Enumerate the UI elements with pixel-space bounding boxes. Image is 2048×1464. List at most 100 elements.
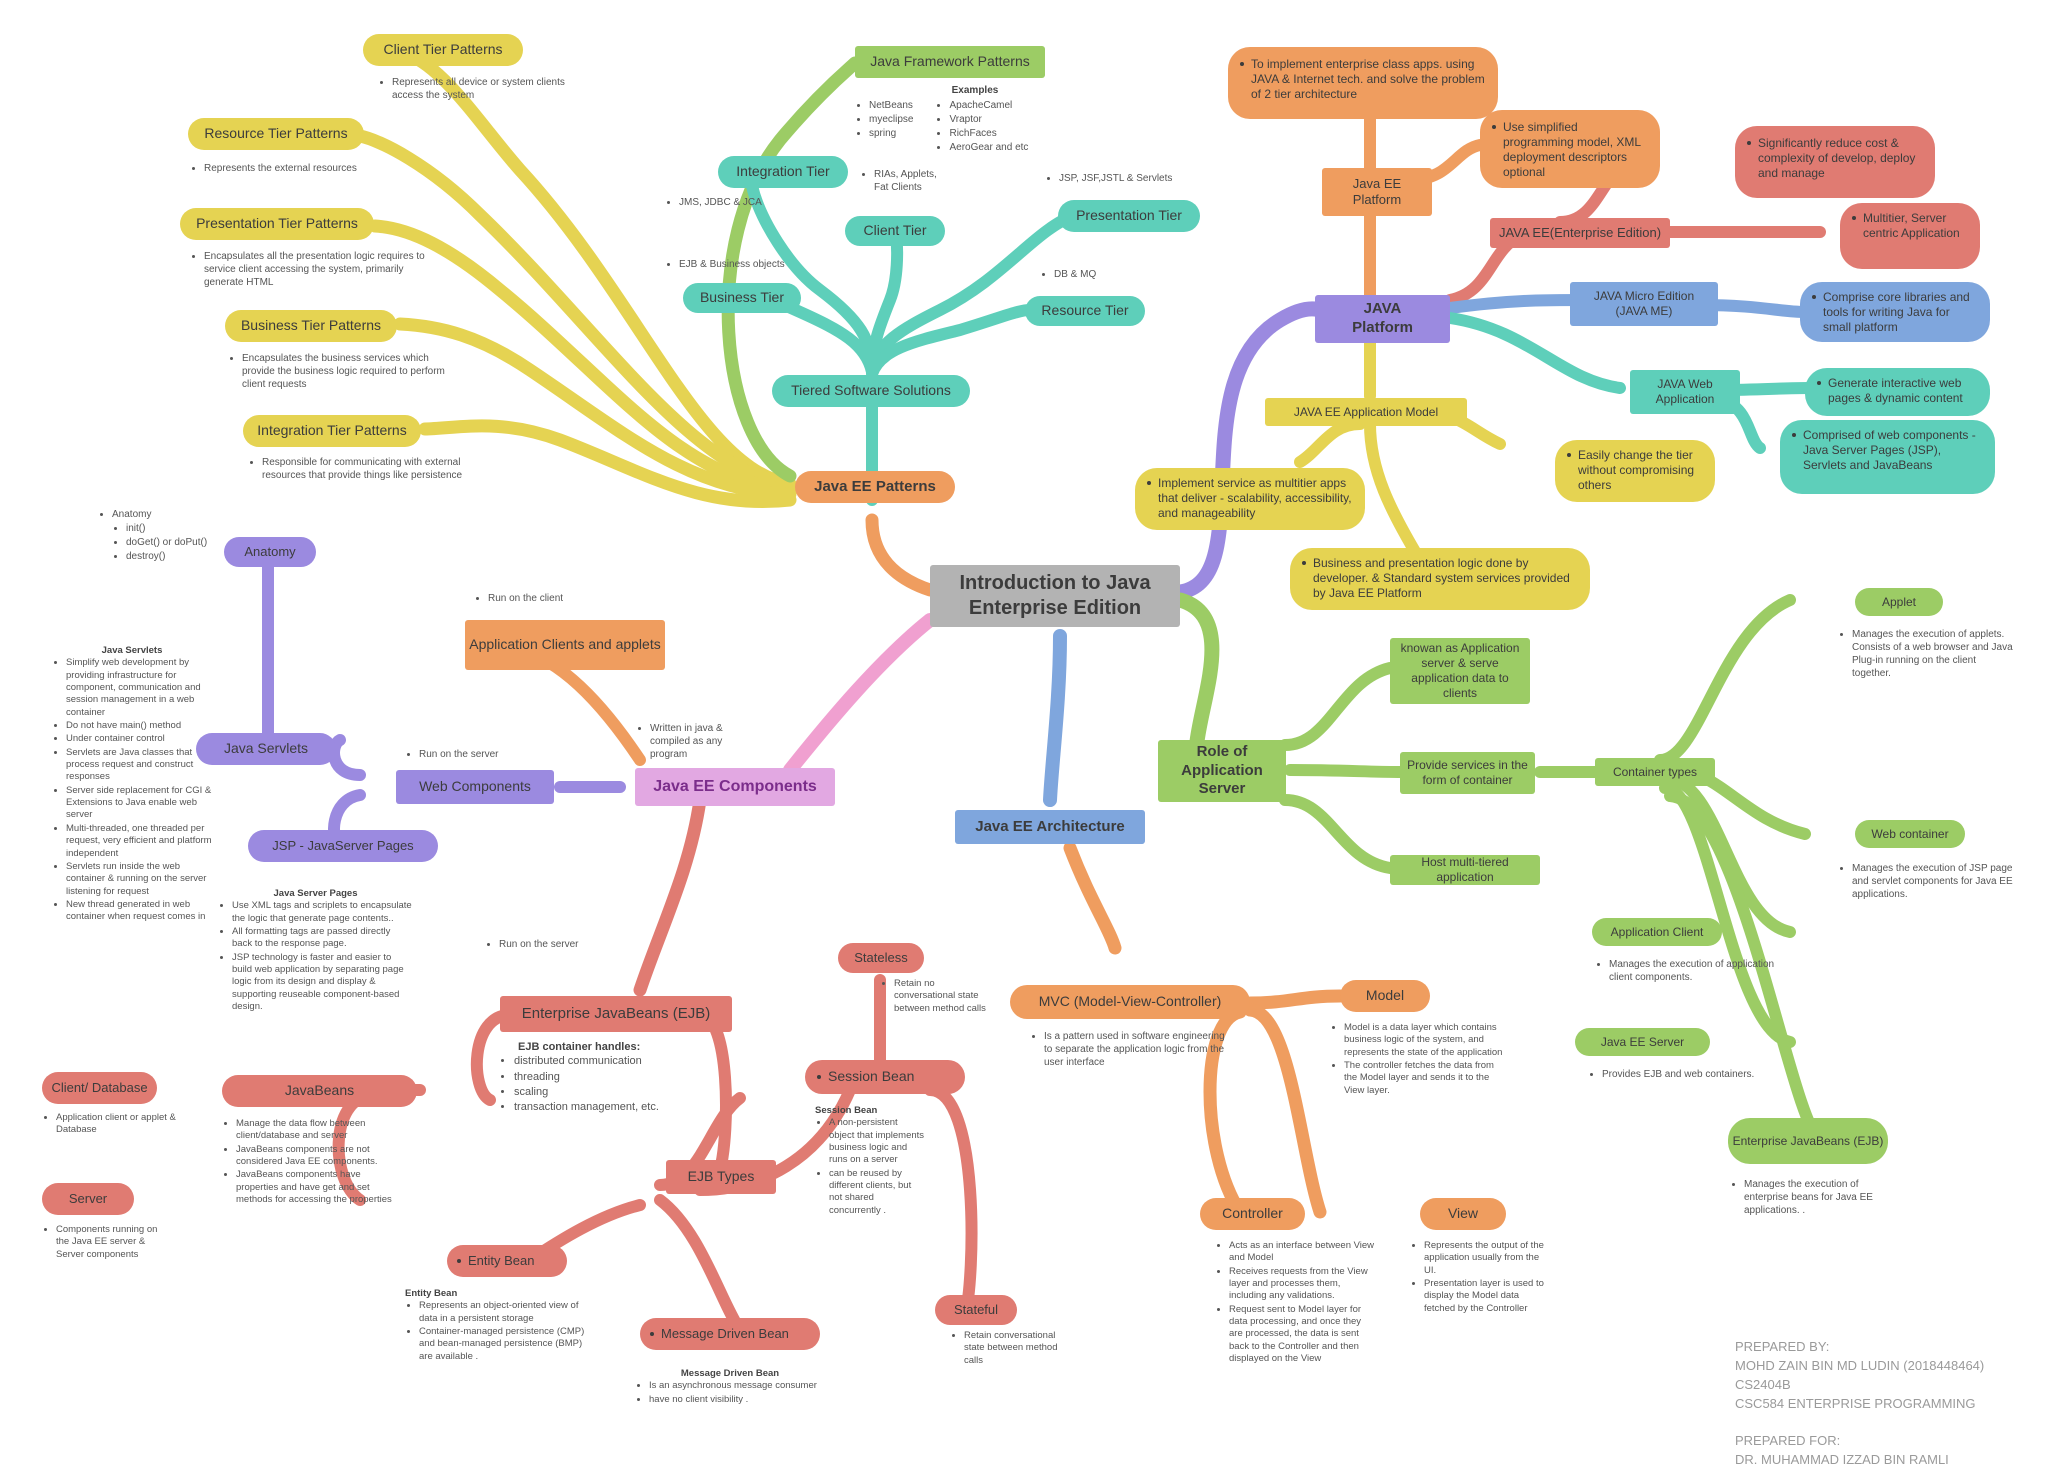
node-container-application-client[interactable]: Application Client — [1592, 918, 1722, 946]
node-container-ejb[interactable]: Enterprise JavaBeans (EJB) — [1728, 1118, 1888, 1164]
edge-note-run-on-client: Run on the client — [474, 592, 604, 606]
note-presentation-tier: JSP, JSF,JSTL & Servlets — [1045, 172, 1235, 186]
note-client-database: Application client or applet & Database — [42, 1112, 182, 1138]
node-presentation-tier[interactable]: Presentation Tier — [1058, 200, 1200, 232]
node-java-web-application[interactable]: JAVA Web Application — [1630, 370, 1740, 414]
note-controller: Acts as an interface between View and Mo… — [1215, 1240, 1375, 1366]
node-ejb-types[interactable]: EJB Types — [666, 1160, 776, 1194]
node-java-ee-components[interactable]: Java EE Components — [635, 768, 835, 806]
edge-note-run-on-server-ejb: Run on the server — [485, 938, 615, 952]
bullet-dot — [457, 1259, 461, 1263]
note-resource-tier-patterns: Represents the external resources — [190, 162, 420, 176]
note-java-ee-platform-1: To implement enterprise class apps. usin… — [1228, 47, 1498, 119]
node-application-clients-and-applets[interactable]: Application Clients and applets — [465, 620, 665, 670]
note-app-model-1: Implement service as multitier apps that… — [1135, 468, 1365, 530]
note-jsp: Java Server Pages Use XML tags and scrip… — [218, 888, 413, 1014]
node-container-java-ee-server[interactable]: Java EE Server — [1575, 1028, 1710, 1056]
note-java-ee-edition-1: Significantly reduce cost & complexity o… — [1735, 126, 1935, 198]
note-model: Model is a data layer which contains bus… — [1330, 1022, 1505, 1098]
node-resource-tier[interactable]: Resource Tier — [1025, 296, 1145, 326]
note-container-applet: Manages the execution of applets. Consis… — [1838, 628, 2013, 681]
node-role-child-1[interactable]: Provide services in the form of containe… — [1400, 752, 1535, 794]
note-integration-tier: JMS, JDBC & JCA — [665, 196, 815, 210]
note-app-model-2: Easily change the tier without compromis… — [1555, 440, 1715, 502]
note-java-servlets: Java Servlets Simplify web development b… — [52, 645, 212, 925]
note-session-bean: Session Bean A non-persistent object tha… — [815, 1105, 925, 1218]
node-mvc[interactable]: MVC (Model-View-Controller) — [1010, 985, 1250, 1019]
node-presentation-tier-patterns[interactable]: Presentation Tier Patterns — [180, 208, 374, 240]
note-container-application-client: Manages the execution of application cli… — [1595, 958, 1775, 985]
note-presentation-tier-patterns: Encapsulates all the presentation logic … — [190, 250, 425, 290]
node-role-child-0[interactable]: knowan as Application server & serve app… — [1390, 638, 1530, 704]
note-stateless: Retain no conversational state between m… — [880, 978, 990, 1016]
note-client-tier: RIAs, Applets, Fat Clients — [860, 168, 946, 195]
node-role-child-2[interactable]: Host multi-tiered application — [1390, 855, 1540, 885]
node-java-ee-patterns[interactable]: Java EE Patterns — [795, 471, 955, 503]
note-message-driven-bean: Message Driven Bean Is an asynchronous m… — [635, 1368, 825, 1407]
node-enterprise-javabeans[interactable]: Enterprise JavaBeans (EJB) — [500, 996, 732, 1032]
node-container-applet[interactable]: Applet — [1855, 588, 1943, 616]
node-client-tier[interactable]: Client Tier — [845, 216, 945, 246]
note-java-ee-platform-2: Use simplified programming model, XML de… — [1480, 110, 1660, 188]
node-integration-tier-patterns[interactable]: Integration Tier Patterns — [243, 415, 421, 447]
node-role-of-application-server[interactable]: Role of Application Server — [1158, 740, 1286, 802]
node-java-micro-edition[interactable]: JAVA Micro Edition (JAVA ME) — [1570, 282, 1718, 326]
note-anatomy: Anatomy init() doGet() or doPut() destro… — [98, 508, 248, 564]
node-java-ee-architecture[interactable]: Java EE Architecture — [955, 810, 1145, 844]
edge-note-written-in-java: Written in java & compiled as any progra… — [636, 722, 756, 762]
node-jsp[interactable]: JSP - JavaServer Pages — [248, 830, 438, 862]
node-java-ee-platform[interactable]: Java EE Platform — [1322, 168, 1432, 216]
note-stateful: Retain conversational state between meth… — [950, 1330, 1060, 1368]
note-java-web-app-1: Generate interactive web pages & dynamic… — [1805, 368, 1990, 416]
node-java-platform[interactable]: JAVA Platform — [1315, 295, 1450, 343]
node-javabeans[interactable]: JavaBeans — [222, 1075, 417, 1107]
node-java-ee-enterprise-edition[interactable]: JAVA EE(Enterprise Edition) — [1490, 218, 1670, 248]
node-entity-bean[interactable]: Entity Bean — [447, 1245, 567, 1277]
node-message-driven-bean[interactable]: Message Driven Bean — [640, 1318, 820, 1350]
bullet-dot — [1852, 216, 1856, 221]
node-client-database[interactable]: Client/ Database — [42, 1072, 157, 1104]
node-tiered-software-solutions[interactable]: Tiered Software Solutions — [772, 375, 970, 407]
note-server: Components running on the Java EE server… — [42, 1224, 162, 1262]
note-ejb-container-handles: EJB container handles: distributed commu… — [500, 1040, 730, 1115]
node-web-components[interactable]: Web Components — [396, 770, 554, 804]
note-container-web: Manages the execution of JSP page and se… — [1838, 862, 2018, 902]
node-client-tier-patterns[interactable]: Client Tier Patterns — [363, 34, 523, 66]
note-business-tier-patterns: Encapsulates the business services which… — [228, 352, 458, 392]
node-resource-tier-patterns[interactable]: Resource Tier Patterns — [188, 118, 364, 150]
node-business-tier-patterns[interactable]: Business Tier Patterns — [225, 310, 397, 342]
node-java-ee-application-model[interactable]: JAVA EE Application Model — [1265, 398, 1467, 426]
bullet-dot — [1492, 125, 1496, 130]
note-view: Represents the output of the application… — [1410, 1240, 1550, 1316]
bullet-dot — [1792, 433, 1796, 438]
node-container-web[interactable]: Web container — [1855, 820, 1965, 848]
node-stateless[interactable]: Stateless — [838, 943, 924, 973]
note-java-web-app-2: Comprised of web components - Java Serve… — [1780, 420, 1995, 494]
node-model[interactable]: Model — [1340, 980, 1430, 1012]
node-java-servlets[interactable]: Java Servlets — [196, 733, 336, 765]
note-container-ejb: Manages the execution of enterprise bean… — [1730, 1178, 1905, 1218]
note-container-java-ee-server: Provides EJB and web containers. — [1588, 1068, 1763, 1082]
note-javabeans: Manage the data flow between client/data… — [222, 1118, 402, 1207]
node-container-types[interactable]: Container types — [1595, 758, 1715, 786]
bullet-dot — [1567, 453, 1571, 458]
bullet-dot — [1747, 141, 1751, 146]
node-session-bean[interactable]: Session Bean — [805, 1060, 965, 1094]
node-stateful[interactable]: Stateful — [935, 1295, 1017, 1325]
node-integration-tier[interactable]: Integration Tier — [718, 156, 848, 188]
node-server[interactable]: Server — [42, 1183, 134, 1215]
note-resource-tier: DB & MQ — [1040, 268, 1160, 282]
note-app-model-3: Business and presentation logic done by … — [1290, 548, 1590, 610]
note-integration-tier-patterns: Responsible for communicating with exter… — [248, 456, 488, 483]
node-controller[interactable]: Controller — [1200, 1198, 1305, 1230]
bullet-dot — [1147, 481, 1151, 486]
node-java-framework-patterns[interactable]: Java Framework Patterns — [855, 46, 1045, 78]
node-business-tier[interactable]: Business Tier — [683, 283, 801, 313]
prepared-by-footer: PREPARED BY: MOHD ZAIN BIN MD LUDIN (201… — [1735, 1339, 1985, 1464]
center-node[interactable]: Introduction to Java Enterprise Edition — [930, 565, 1180, 627]
bullet-dot — [650, 1332, 654, 1336]
node-view[interactable]: View — [1420, 1198, 1506, 1230]
edge-note-web-components: Run on the server — [405, 748, 545, 762]
note-framework-examples: Examples NetBeans myeclipse spring Apach… — [855, 84, 1115, 155]
note-mvc: Is a pattern used in software engineerin… — [1030, 1030, 1230, 1070]
